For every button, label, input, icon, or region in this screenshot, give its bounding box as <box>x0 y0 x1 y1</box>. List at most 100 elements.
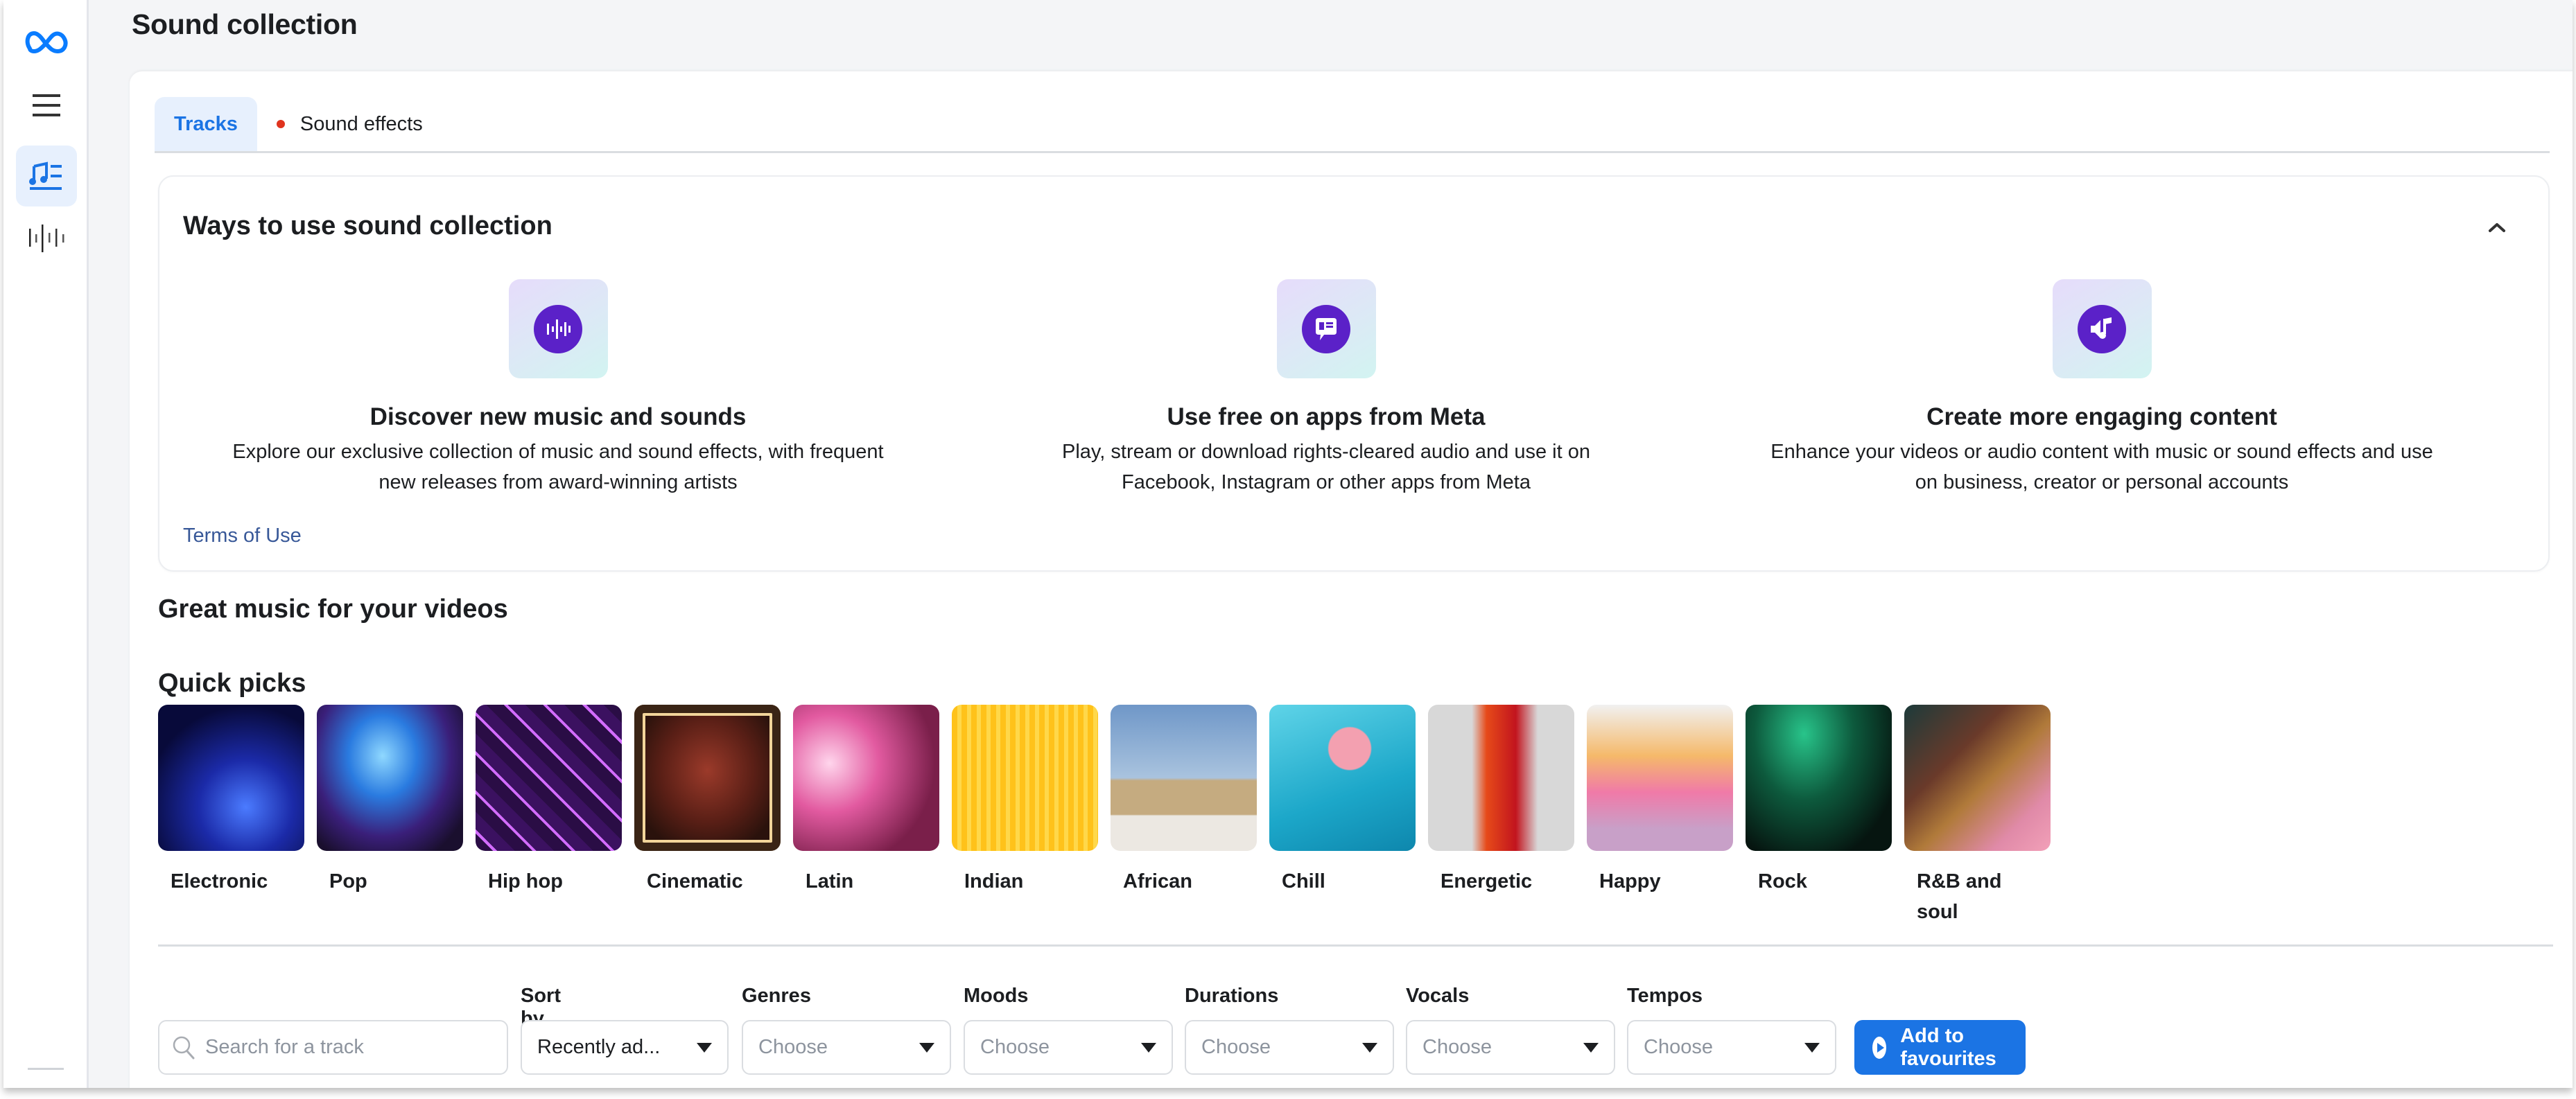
quick-pick-rnb-soul[interactable]: R&B and soul <box>1904 705 2051 927</box>
waveform-icon <box>29 225 64 252</box>
feature-title: Discover new music and sounds <box>369 403 747 430</box>
page-title: Sound collection <box>132 8 358 40</box>
quick-pick-energetic[interactable]: Energetic <box>1428 705 1574 897</box>
quick-pick-label: Hip hop <box>488 870 563 893</box>
feature-desc-line: Enhance your videos or audio content wit… <box>1770 441 2433 463</box>
search-placeholder: Search for a track <box>205 1036 364 1058</box>
section-divider <box>158 944 2553 947</box>
quick-pick-rock[interactable]: Rock <box>1746 705 1892 897</box>
tab-bar: Tracks Sound effects <box>155 97 2550 153</box>
feature-description: Enhance your videos or audio content wit… <box>1721 437 2483 498</box>
collapse-button[interactable] <box>2484 217 2509 238</box>
caret-down-icon <box>1362 1042 1377 1053</box>
quick-picks-title: Quick picks <box>158 669 306 698</box>
quick-pick-hip-hop[interactable]: Hip hop <box>476 705 622 897</box>
quick-pick-pop[interactable]: Pop <box>317 705 463 897</box>
quick-pick-happy[interactable]: Happy <box>1587 705 1733 897</box>
sidebar-divider <box>28 1068 64 1070</box>
quick-pick-indian[interactable]: Indian <box>952 705 1098 897</box>
button-label: Add to favourites <box>1900 1024 1996 1070</box>
tempos-select[interactable]: Choose <box>1627 1020 1836 1075</box>
sidebar-item-tracks[interactable] <box>16 146 77 206</box>
meta-logo[interactable] <box>16 11 77 72</box>
tab-label: Tracks <box>174 112 238 135</box>
ways-to-use-panel: Ways to use sound collection Discover ne… <box>158 175 2550 572</box>
quick-pick-label: Pop <box>329 870 367 893</box>
vocals-select[interactable]: Choose <box>1406 1020 1615 1075</box>
genre-image <box>1428 705 1574 851</box>
quick-pick-label: Chill <box>1282 870 1325 893</box>
genre-image <box>476 705 622 851</box>
ways-title: Ways to use sound collection <box>183 211 552 240</box>
caret-down-icon <box>919 1042 934 1053</box>
feature-desc-line: new releases from award-winning artists <box>378 471 738 493</box>
caret-down-icon <box>697 1042 712 1053</box>
select-value: Choose <box>1201 1036 1271 1058</box>
genres-select[interactable]: Choose <box>742 1020 951 1075</box>
quick-pick-label: Indian <box>964 870 1024 893</box>
menu-button[interactable] <box>16 75 77 136</box>
quick-pick-cinematic[interactable]: Cinematic <box>634 705 781 897</box>
meta-infinity-icon <box>25 31 68 53</box>
feature-desc-line: Facebook, Instagram or other apps from M… <box>1122 471 1531 493</box>
feature-icon-tile <box>1276 279 1376 378</box>
search-input[interactable]: Search for a track <box>158 1020 508 1075</box>
tab-tracks[interactable]: Tracks <box>155 97 257 151</box>
tempos-label: Tempos <box>1627 985 1703 1007</box>
quick-pick-latin[interactable]: Latin <box>793 705 939 897</box>
select-value: Recently ad... <box>537 1036 661 1058</box>
terms-of-use-link[interactable]: Terms of Use <box>183 525 302 547</box>
quick-pick-label: Energetic <box>1441 870 1533 893</box>
tab-label: Sound effects <box>299 112 423 135</box>
add-to-favourites-button[interactable]: Add to favourites <box>1854 1020 2026 1075</box>
genre-image <box>1587 705 1733 851</box>
main-card: Tracks Sound effects Ways to use sound c… <box>130 71 2573 1088</box>
feature-title: Create more engaging content <box>1926 403 2277 430</box>
durations-label: Durations <box>1185 985 1279 1007</box>
hamburger-menu-icon <box>33 94 60 116</box>
select-value: Choose <box>980 1036 1050 1058</box>
quick-pick-chill[interactable]: Chill <box>1269 705 1416 897</box>
feature-use-free: Use free on apps from Meta Play, stream … <box>945 279 1707 498</box>
genres-label: Genres <box>742 985 811 1007</box>
play-circle-icon <box>1872 1036 1887 1059</box>
music-list-icon <box>29 161 62 190</box>
genre-image <box>1111 705 1257 851</box>
feature-desc-line: Explore our exclusive collection of musi… <box>232 441 884 463</box>
quick-pick-label: Happy <box>1599 870 1661 893</box>
caret-down-icon <box>1583 1042 1599 1053</box>
caret-down-icon <box>1804 1042 1820 1053</box>
feature-description: Play, stream or download rights-cleared … <box>945 437 1707 498</box>
genre-image <box>1269 705 1416 851</box>
genre-image <box>634 705 781 851</box>
feature-icon-tile <box>508 279 608 378</box>
select-value: Choose <box>758 1036 828 1058</box>
genre-image <box>317 705 463 851</box>
app-window: Sound collection Tracks Sound effects Wa… <box>3 0 2573 1088</box>
tab-sound-effects[interactable]: Sound effects <box>257 97 442 151</box>
select-value: Choose <box>1422 1036 1492 1058</box>
section-title: Great music for your videos <box>158 595 508 624</box>
sidebar-item-sound-effects[interactable] <box>16 208 77 269</box>
quick-pick-electronic[interactable]: Electronic <box>158 705 304 897</box>
quick-pick-label: Latin <box>806 870 854 893</box>
quick-pick-african[interactable]: African <box>1111 705 1257 897</box>
quick-pick-label: Electronic <box>171 870 268 893</box>
genre-image <box>952 705 1098 851</box>
feature-desc-line: on business, creator or personal account… <box>1915 471 2289 493</box>
moods-select[interactable]: Choose <box>964 1020 1173 1075</box>
feature-icon-tile <box>2052 279 2152 378</box>
genre-image <box>1904 705 2051 851</box>
feature-desc-line: Play, stream or download rights-cleared … <box>1062 441 1590 463</box>
select-value: Choose <box>1644 1036 1713 1058</box>
feature-discover: Discover new music and sounds Explore ou… <box>177 279 939 498</box>
quick-pick-label: Rock <box>1758 870 1807 893</box>
genre-image <box>1746 705 1892 851</box>
sort-by-select[interactable]: Recently ad... <box>521 1020 729 1075</box>
feature-description: Explore our exclusive collection of musi… <box>177 437 939 498</box>
durations-select[interactable]: Choose <box>1185 1020 1394 1075</box>
genre-image <box>793 705 939 851</box>
quick-pick-label: African <box>1123 870 1192 893</box>
search-icon <box>173 1036 195 1059</box>
moods-label: Moods <box>964 985 1029 1007</box>
